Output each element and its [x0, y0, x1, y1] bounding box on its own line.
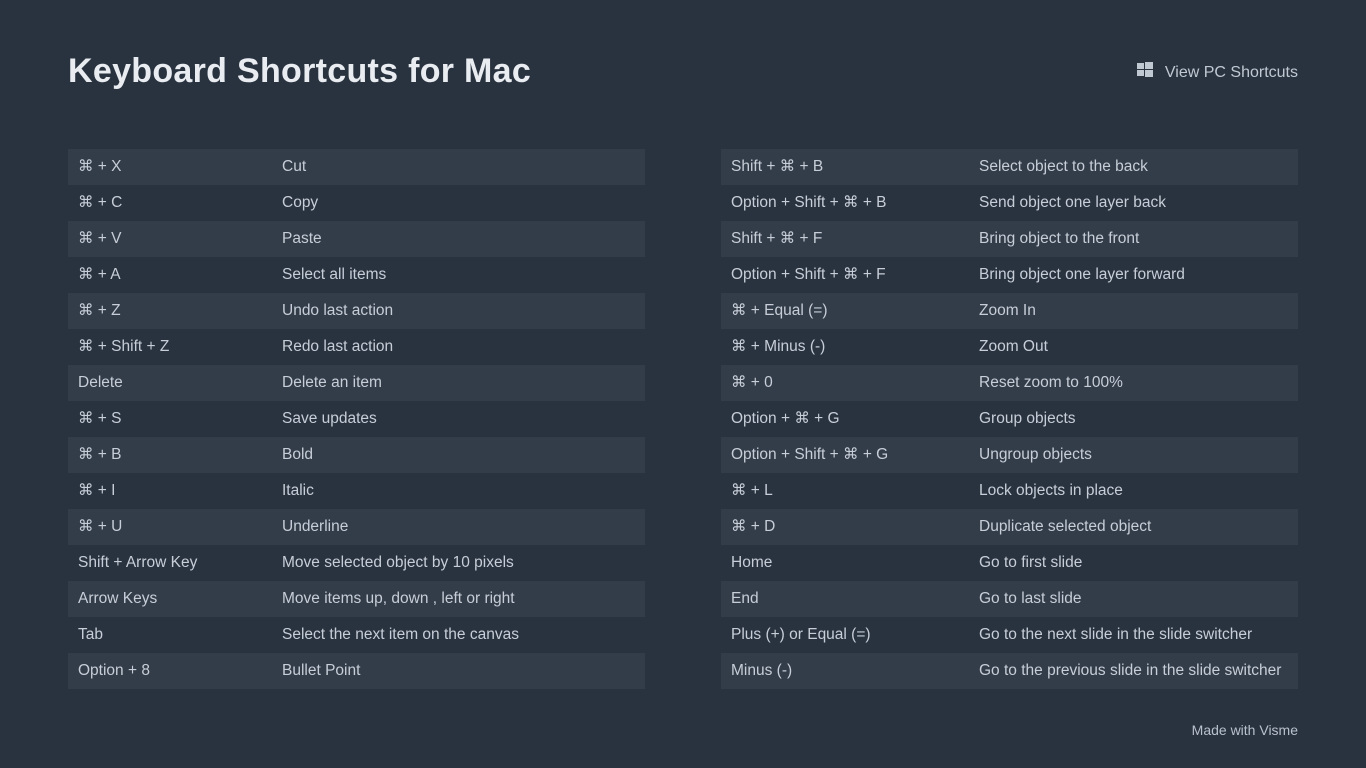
shortcut-description: Bold	[272, 437, 645, 473]
shortcut-description: Delete an item	[272, 365, 645, 401]
shortcut-keys: ⌘ + Z	[68, 293, 272, 329]
shortcut-keys: Delete	[68, 365, 272, 401]
shortcut-keys: ⌘ + V	[68, 221, 272, 257]
shortcut-keys: ⌘ + C	[68, 185, 272, 221]
shortcut-row: ⌘ + ASelect all items	[68, 257, 645, 293]
shortcut-row: ⌘ + VPaste	[68, 221, 645, 257]
shortcut-keys: Arrow Keys	[68, 581, 272, 617]
shortcut-description: Save updates	[272, 401, 645, 437]
shortcut-row: ⌘ + Shift + ZRedo last action	[68, 329, 645, 365]
shortcut-row: Shift + Arrow KeyMove selected object by…	[68, 545, 645, 581]
shortcut-row: ⌘ + ZUndo last action	[68, 293, 645, 329]
shortcut-description: Bring object one layer forward	[969, 257, 1298, 293]
shortcut-description: Zoom In	[969, 293, 1298, 329]
shortcut-keys: Option + 8	[68, 653, 272, 689]
shortcut-description: Redo last action	[272, 329, 645, 365]
shortcut-row: DeleteDelete an item	[68, 365, 645, 401]
shortcut-row: Shift + ⌘ + BSelect object to the back	[721, 149, 1298, 185]
shortcut-description: Select all items	[272, 257, 645, 293]
shortcut-keys: Option + Shift + ⌘ + B	[721, 185, 969, 221]
shortcut-keys: Minus (-)	[721, 653, 969, 689]
shortcut-keys: ⌘ + Minus (-)	[721, 329, 969, 365]
shortcut-row: Minus (-)Go to the previous slide in the…	[721, 653, 1298, 689]
shortcut-row: Option + Shift + ⌘ + FBring object one l…	[721, 257, 1298, 293]
shortcut-keys: ⌘ + Shift + Z	[68, 329, 272, 365]
shortcut-keys: Option + Shift + ⌘ + F	[721, 257, 969, 293]
footer-credit: Made with Visme	[1192, 722, 1298, 738]
shortcut-keys: ⌘ + 0	[721, 365, 969, 401]
shortcut-row: ⌘ + CCopy	[68, 185, 645, 221]
shortcut-row: ⌘ + Equal (=)Zoom In	[721, 293, 1298, 329]
shortcut-description: Reset zoom to 100%	[969, 365, 1298, 401]
shortcut-keys: Option + ⌘ + G	[721, 401, 969, 437]
page-title: Keyboard Shortcuts for Mac	[68, 52, 531, 91]
shortcut-row: Option + 8Bullet Point	[68, 653, 645, 689]
shortcut-description: Bullet Point	[272, 653, 645, 689]
shortcut-description: Paste	[272, 221, 645, 257]
shortcut-row: Option + Shift + ⌘ + GUngroup objects	[721, 437, 1298, 473]
shortcut-row: ⌘ + XCut	[68, 149, 645, 185]
shortcut-row: HomeGo to first slide	[721, 545, 1298, 581]
shortcut-keys: Shift + ⌘ + B	[721, 149, 969, 185]
shortcut-description: Cut	[272, 149, 645, 185]
shortcut-description: Select the next item on the canvas	[272, 617, 645, 653]
shortcut-description: Go to last slide	[969, 581, 1298, 617]
shortcut-row: Shift + ⌘ + FBring object to the front	[721, 221, 1298, 257]
shortcut-keys: End	[721, 581, 969, 617]
shortcut-description: Bring object to the front	[969, 221, 1298, 257]
shortcut-row: ⌘ + DDuplicate selected object	[721, 509, 1298, 545]
shortcut-row: ⌘ + SSave updates	[68, 401, 645, 437]
shortcut-description: Duplicate selected object	[969, 509, 1298, 545]
shortcut-row: ⌘ + Minus (-)Zoom Out	[721, 329, 1298, 365]
shortcut-row: Plus (+) or Equal (=)Go to the next slid…	[721, 617, 1298, 653]
shortcut-row: EndGo to last slide	[721, 581, 1298, 617]
shortcut-description: Move selected object by 10 pixels	[272, 545, 645, 581]
shortcut-description: Move items up, down , left or right	[272, 581, 645, 617]
shortcut-row: ⌘ + LLock objects in place	[721, 473, 1298, 509]
shortcut-description: Go to the previous slide in the slide sw…	[969, 653, 1298, 689]
shortcut-keys: Home	[721, 545, 969, 581]
shortcut-keys: Shift + Arrow Key	[68, 545, 272, 581]
shortcut-keys: Tab	[68, 617, 272, 653]
shortcuts-column-right: Shift + ⌘ + BSelect object to the backOp…	[721, 149, 1298, 689]
shortcut-description: Italic	[272, 473, 645, 509]
shortcut-keys: ⌘ + U	[68, 509, 272, 545]
shortcut-description: Lock objects in place	[969, 473, 1298, 509]
view-pc-shortcuts-label: View PC Shortcuts	[1165, 64, 1298, 82]
shortcut-row: ⌘ + 0Reset zoom to 100%	[721, 365, 1298, 401]
shortcut-row: TabSelect the next item on the canvas	[68, 617, 645, 653]
shortcut-keys: ⌘ + L	[721, 473, 969, 509]
windows-icon	[1137, 62, 1153, 83]
shortcut-keys: Shift + ⌘ + F	[721, 221, 969, 257]
shortcut-description: Underline	[272, 509, 645, 545]
shortcut-keys: ⌘ + A	[68, 257, 272, 293]
shortcut-keys: ⌘ + B	[68, 437, 272, 473]
shortcut-row: Option + Shift + ⌘ + BSend object one la…	[721, 185, 1298, 221]
shortcut-description: Send object one layer back	[969, 185, 1298, 221]
shortcut-keys: ⌘ + Equal (=)	[721, 293, 969, 329]
shortcut-keys: Option + Shift + ⌘ + G	[721, 437, 969, 473]
shortcut-keys: ⌘ + D	[721, 509, 969, 545]
shortcut-description: Undo last action	[272, 293, 645, 329]
shortcut-row: ⌘ + BBold	[68, 437, 645, 473]
shortcut-keys: ⌘ + I	[68, 473, 272, 509]
shortcut-description: Select object to the back	[969, 149, 1298, 185]
shortcut-description: Go to first slide	[969, 545, 1298, 581]
shortcut-description: Copy	[272, 185, 645, 221]
shortcut-row: Arrow KeysMove items up, down , left or …	[68, 581, 645, 617]
shortcut-description: Ungroup objects	[969, 437, 1298, 473]
shortcut-description: Go to the next slide in the slide switch…	[969, 617, 1298, 653]
shortcut-description: Group objects	[969, 401, 1298, 437]
shortcut-keys: ⌘ + S	[68, 401, 272, 437]
shortcut-row: ⌘ + UUnderline	[68, 509, 645, 545]
shortcut-keys: ⌘ + X	[68, 149, 272, 185]
shortcut-description: Zoom Out	[969, 329, 1298, 365]
shortcut-row: ⌘ + IItalic	[68, 473, 645, 509]
view-pc-shortcuts-link[interactable]: View PC Shortcuts	[1137, 62, 1298, 83]
shortcut-row: Option + ⌘ + GGroup objects	[721, 401, 1298, 437]
shortcuts-column-left: ⌘ + XCut⌘ + CCopy⌘ + VPaste⌘ + ASelect a…	[68, 149, 645, 689]
shortcut-keys: Plus (+) or Equal (=)	[721, 617, 969, 653]
